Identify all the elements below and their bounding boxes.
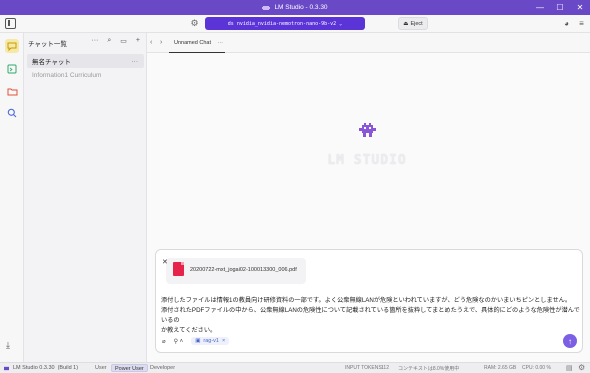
chat-list-item[interactable]: Information1 Curriculum xyxy=(27,68,144,82)
plugin-icon: ▣ xyxy=(195,338,201,344)
model-prefix: ds xyxy=(227,20,234,27)
mode-user[interactable]: User xyxy=(92,364,110,372)
chat-tabs: ‹ › Unnamed Chat ··· xyxy=(147,33,590,53)
search-chats-icon[interactable]: ⌕ xyxy=(107,37,111,45)
eject-label: Eject xyxy=(410,20,423,27)
settings-gear-icon[interactable]: ⚙ xyxy=(578,363,585,372)
left-rail xyxy=(0,33,24,362)
robot-mascot-icon xyxy=(359,123,376,137)
maximize-button[interactable]: ☐ xyxy=(550,0,570,15)
chat-list-header: チャット一覧 xyxy=(28,41,67,48)
chat-list-item[interactable]: 無名チャット ··· xyxy=(27,54,144,68)
minimize-button[interactable]: — xyxy=(530,0,550,15)
app-version: LM Studio 0.3.30 xyxy=(13,365,55,371)
tab-back-icon[interactable]: ‹ xyxy=(150,39,152,46)
input-tokens-label: INPUT TOKENS: xyxy=(345,365,384,371)
message-text[interactable]: 添付したファイルは情報1の教員向け研修資料の一部です。よく公衆無線LANが危険と… xyxy=(161,296,581,336)
arrow-up-icon: ↑ xyxy=(568,336,572,346)
ram-usage: RAM: 2.65 GB xyxy=(484,365,517,371)
attachment-filename: 20200722-mxt_jogai02-100013300_006.pdf xyxy=(190,267,297,273)
terminal-icon[interactable] xyxy=(5,62,19,76)
remove-plugin-icon[interactable]: × xyxy=(222,338,225,344)
rag-label: rag-v1 xyxy=(203,338,219,344)
title-bar: LM Studio - 0.3.30 — ☐ ✕ xyxy=(0,0,590,15)
close-window-button[interactable]: ✕ xyxy=(570,0,590,15)
chat-item-more-icon[interactable]: ··· xyxy=(132,58,139,65)
gear-icon[interactable]: ⚙ xyxy=(189,18,200,29)
sidebar-toggle-icon[interactable] xyxy=(5,18,16,29)
search-icon[interactable] xyxy=(5,106,19,120)
eject-button[interactable]: ⏏ Eject xyxy=(398,17,428,30)
mode-developer[interactable]: Developer xyxy=(147,364,178,372)
message-line: 添付したファイルは情報1の教員向け研修資料の一部です。よく公衆無線LANが危険と… xyxy=(161,297,572,304)
plugin-selector-icon[interactable]: ⚲ ˄ xyxy=(174,338,184,345)
message-line: か教えてください。 xyxy=(161,327,217,334)
chat-item-label: Information1 Curriculum xyxy=(32,71,102,79)
chat-input-box[interactable]: ✕ 20200722-mxt_jogai02-100013300_006.pdf… xyxy=(155,249,583,353)
model-name: nvidia_nvidia-nemotron-nano-9b-v2 xyxy=(236,20,337,27)
new-chat-icon[interactable]: + xyxy=(136,37,140,45)
more-options-icon[interactable]: ··· xyxy=(91,37,98,45)
chat-icon[interactable] xyxy=(5,39,19,53)
chat-item-label: 無名チャット xyxy=(32,59,71,66)
palette-icon[interactable]: ◕ xyxy=(561,18,572,29)
message-line: 添付されたPDFファイルの中から、公衆無線LANの危険性について記載されている箇… xyxy=(161,307,580,324)
cpu-usage: CPU: 0.00 % xyxy=(522,365,551,371)
model-selector-button[interactable]: ds nvidia_nvidia-nemotron-nano-9b-v2 ⌄ xyxy=(205,17,365,30)
settings-sliders-icon[interactable]: ≡ xyxy=(576,18,587,29)
status-bar: LM Studio 0.3.30 (Build 1) User Power Us… xyxy=(0,362,590,373)
lm-studio-logo-icon xyxy=(4,366,9,370)
paperclip-icon[interactable]: ⌀ xyxy=(162,338,166,345)
download-icon[interactable]: ⤓ xyxy=(6,340,18,352)
tab-forward-icon[interactable]: › xyxy=(160,39,162,46)
top-toolbar: ⚙ ds nvidia_nvidia-nemotron-nano-9b-v2 ⌄… xyxy=(0,15,590,33)
window-title: LM Studio - 0.3.30 xyxy=(274,4,328,11)
context-usage: コンテキストは8.0%使用中 xyxy=(398,366,460,372)
remove-attachment-icon[interactable]: ✕ xyxy=(162,258,168,266)
send-button[interactable]: ↑ xyxy=(563,334,577,348)
sidebar-panel-icon[interactable]: ▤ xyxy=(566,364,573,372)
tab-label: Unnamed Chat xyxy=(174,39,211,46)
lm-studio-watermark: LM STUDIO xyxy=(327,153,407,168)
build-number: (Build 1) xyxy=(57,365,79,371)
rag-plugin-chip[interactable]: ▣ rag-v1 × xyxy=(191,337,230,345)
tab-more-icon[interactable]: ··· xyxy=(218,40,224,46)
tab-unnamed-chat[interactable]: Unnamed Chat ··· xyxy=(169,33,225,53)
pdf-file-icon xyxy=(173,262,184,276)
folder-icon[interactable] xyxy=(5,84,19,98)
lm-studio-logo-icon xyxy=(262,5,271,10)
chat-list-panel: チャット一覧 ··· ⌕ ▭ + 無名チャット ··· Information1… xyxy=(24,33,147,362)
new-folder-icon[interactable]: ▭ xyxy=(120,37,127,45)
input-tokens-value: 112 xyxy=(381,365,389,371)
chevron-down-icon: ⌄ xyxy=(339,20,343,27)
mode-power-user[interactable]: Power User xyxy=(111,364,148,372)
eject-icon: ⏏ xyxy=(403,20,409,27)
